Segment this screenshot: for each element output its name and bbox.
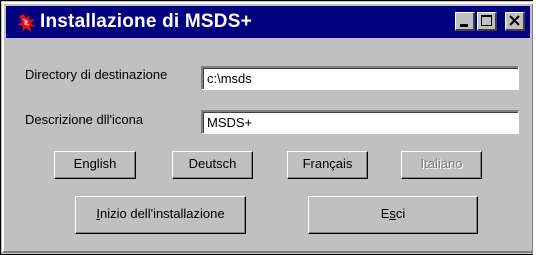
minimize-button[interactable] [455,12,475,31]
icon-description-value: MSDS+ [207,115,253,130]
destination-label: Directory di destinazione [25,67,168,82]
francais-button-label: Français [302,156,353,171]
start-install-button[interactable]: Inizio dell'installazione [75,196,246,234]
close-icon [509,15,520,26]
installer-window: Installazione di MSDS+ Directory di dest… [0,0,536,255]
window-title: Installazione di MSDS+ [40,11,252,32]
italiano-button: Italiano [401,151,482,179]
icon-description-label: Descrizione dll'icona [25,112,144,127]
install-label-rest: nizio dell'installazione [100,206,225,221]
exit-label: Esci [309,197,477,231]
dragon-app-icon [17,13,37,33]
english-button-label: English [73,156,117,171]
icon-description-field[interactable]: MSDS+ [201,110,519,134]
maximize-icon [481,15,492,26]
italiano-button-label: Italiano [420,156,463,171]
start-install-label: Inizio dell'installazione [76,197,245,231]
deutsch-button-label: Deutsch [188,156,237,171]
destination-field[interactable]: c:\msds [201,66,519,90]
destination-value: c:\msds [207,71,252,86]
exit-button[interactable]: Esci [308,196,478,234]
maximize-button[interactable] [477,12,497,31]
title-bar[interactable]: Installazione di MSDS+ [6,6,530,38]
francais-button[interactable]: Français [287,151,368,179]
minimize-icon [460,24,468,27]
deutsch-button[interactable]: Deutsch [172,151,253,179]
exit-label-post: ci [395,206,406,221]
english-button[interactable]: English [54,151,136,179]
close-button[interactable] [505,12,525,31]
